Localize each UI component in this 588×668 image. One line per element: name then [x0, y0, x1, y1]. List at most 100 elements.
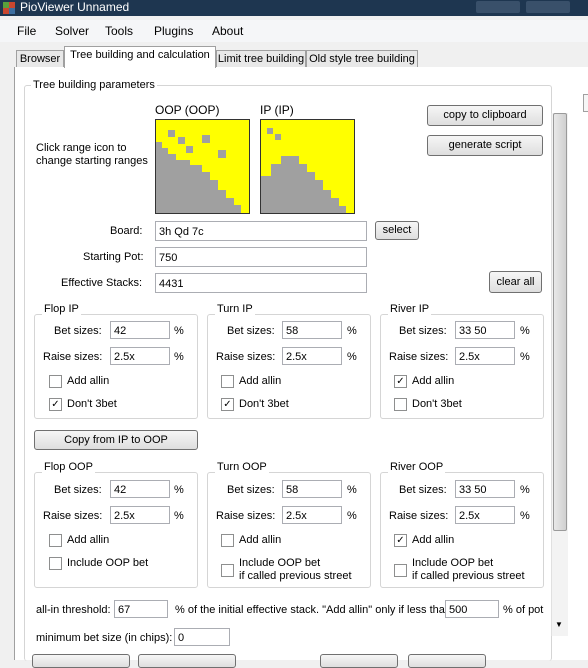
flop-oop-allin-checkbox[interactable] — [49, 534, 62, 547]
bet-sizes-label: Bet sizes: — [399, 325, 447, 337]
side-panel-edge[interactable] — [583, 94, 588, 112]
percent-label: % — [520, 510, 530, 522]
menu-solver[interactable]: Solver — [55, 24, 89, 38]
percent-label: % — [520, 325, 530, 337]
turn-ip-dont-3bet-checkbox[interactable]: ✓ — [221, 398, 234, 411]
flop-ip-bet-input[interactable]: 42 — [110, 321, 170, 339]
river-ip-allin-checkbox[interactable]: ✓ — [394, 375, 407, 388]
flop-ip-title: Flop IP — [42, 303, 81, 315]
copy-ip-to-oop-button[interactable]: Copy from IP to OOP — [34, 430, 198, 450]
add-allin-label: Add allin — [412, 534, 455, 546]
window-title: PioViewer Unnamed — [20, 0, 130, 14]
percent-label: % — [174, 510, 184, 522]
menu-tools[interactable]: Tools — [105, 24, 133, 38]
ip-range-label: IP (IP) — [260, 103, 294, 117]
effective-stacks-input[interactable]: 4431 — [155, 273, 367, 293]
river-oop-allin-checkbox[interactable]: ✓ — [394, 534, 407, 547]
turn-oop-bet-input[interactable]: 58 — [282, 480, 342, 498]
bet-sizes-label: Bet sizes: — [227, 325, 275, 337]
percent-label: % — [174, 351, 184, 363]
bottom-button[interactable] — [320, 654, 398, 668]
add-allin-label: Add allin — [67, 375, 110, 387]
scroll-down-arrow-icon[interactable]: ▼ — [555, 620, 563, 629]
tab-browser[interactable]: Browser — [16, 50, 64, 68]
flop-ip-raise-input[interactable]: 2.5x — [110, 347, 170, 365]
turn-ip-allin-checkbox[interactable] — [221, 375, 234, 388]
starting-pot-input[interactable]: 750 — [155, 247, 367, 267]
percent-of-pot-label: % of pot — [503, 604, 544, 616]
generate-script-button[interactable]: generate script — [427, 135, 543, 156]
oop-range-icon[interactable] — [155, 119, 250, 214]
river-ip-bet-input[interactable]: 33 50 — [455, 321, 515, 339]
starting-pot-label: Starting Pot: — [83, 251, 144, 263]
percent-label: % — [520, 351, 530, 363]
ip-range-icon[interactable] — [260, 119, 355, 214]
tab-limit-tree[interactable]: Limit tree building — [216, 50, 306, 68]
include-oop-bet-sublabel: if called previous street — [239, 570, 352, 582]
bet-sizes-label: Bet sizes: — [399, 484, 447, 496]
flop-oop-raise-input[interactable]: 2.5x — [110, 506, 170, 524]
flop-oop-bet-input[interactable]: 42 — [110, 480, 170, 498]
flop-ip-dont-3bet-checkbox[interactable]: ✓ — [49, 398, 62, 411]
menu-plugins[interactable]: Plugins — [154, 24, 193, 38]
raise-sizes-label: Raise sizes: — [43, 510, 103, 522]
bottom-button[interactable] — [408, 654, 486, 668]
river-oop-title: River OOP — [388, 461, 446, 473]
menu-about[interactable]: About — [212, 24, 243, 38]
flop-ip-allin-checkbox[interactable] — [49, 375, 62, 388]
bet-sizes-label: Bet sizes: — [54, 325, 102, 337]
tab-tree-building[interactable]: Tree building and calculation — [64, 46, 216, 68]
percent-label: % — [347, 510, 357, 522]
river-oop-raise-input[interactable]: 2.5x — [455, 506, 515, 524]
raise-sizes-label: Raise sizes: — [389, 351, 449, 363]
vertical-scrollbar[interactable] — [551, 113, 568, 636]
include-oop-bet-label: Include OOP bet — [67, 557, 149, 569]
percent-label: % — [347, 484, 357, 496]
turn-oop-allin-checkbox[interactable] — [221, 534, 234, 547]
allin-limit-input[interactable]: 500 — [445, 600, 499, 618]
flop-oop-include-bet-checkbox[interactable] — [49, 557, 62, 570]
allin-threshold-input[interactable]: 67 — [114, 600, 168, 618]
river-ip-raise-input[interactable]: 2.5x — [455, 347, 515, 365]
effective-stacks-label: Effective Stacks: — [61, 277, 143, 289]
min-bet-input[interactable]: 0 — [174, 628, 230, 646]
turn-ip-title: Turn IP — [215, 303, 255, 315]
percent-label: % — [520, 484, 530, 496]
add-allin-label: Add allin — [239, 375, 282, 387]
percent-label: % — [347, 351, 357, 363]
scrollbar-thumb[interactable] — [553, 113, 567, 531]
river-ip-dont-3bet-checkbox[interactable] — [394, 398, 407, 411]
add-allin-label: Add allin — [239, 534, 282, 546]
raise-sizes-label: Raise sizes: — [216, 510, 276, 522]
window-control-ghost[interactable] — [476, 1, 520, 13]
tree-params-title: Tree building parameters — [31, 79, 157, 91]
copy-to-clipboard-button[interactable]: copy to clipboard — [427, 105, 543, 126]
bottom-button[interactable] — [138, 654, 236, 668]
bet-sizes-label: Bet sizes: — [54, 484, 102, 496]
range-hint: Click range icon to — [36, 142, 127, 154]
raise-sizes-label: Raise sizes: — [216, 351, 276, 363]
turn-ip-bet-input[interactable]: 58 — [282, 321, 342, 339]
turn-oop-raise-input[interactable]: 2.5x — [282, 506, 342, 524]
turn-oop-include-bet-checkbox[interactable] — [221, 564, 234, 577]
dont-3bet-label: Don't 3bet — [67, 398, 117, 410]
raise-sizes-label: Raise sizes: — [43, 351, 103, 363]
tab-old-style-tree[interactable]: Old style tree building — [306, 50, 418, 68]
raise-sizes-label: Raise sizes: — [389, 510, 449, 522]
oop-range-label: OOP (OOP) — [155, 103, 220, 117]
turn-ip-raise-input[interactable]: 2.5x — [282, 347, 342, 365]
include-oop-bet-label: Include OOP bet — [239, 557, 321, 569]
board-label: Board: — [110, 225, 143, 237]
clear-all-button[interactable]: clear all — [489, 271, 542, 293]
menu-file[interactable]: File — [17, 24, 36, 38]
add-allin-label: Add allin — [67, 534, 110, 546]
river-oop-include-bet-checkbox[interactable] — [394, 564, 407, 577]
dont-3bet-label: Don't 3bet — [239, 398, 289, 410]
bottom-button[interactable] — [32, 654, 130, 668]
river-oop-bet-input[interactable]: 33 50 — [455, 480, 515, 498]
select-board-button[interactable]: select — [375, 221, 419, 240]
add-allin-label: Add allin — [412, 375, 455, 387]
board-input[interactable]: 3h Qd 7c — [155, 221, 367, 241]
app-icon — [3, 2, 15, 14]
window-control-ghost[interactable] — [526, 1, 570, 13]
